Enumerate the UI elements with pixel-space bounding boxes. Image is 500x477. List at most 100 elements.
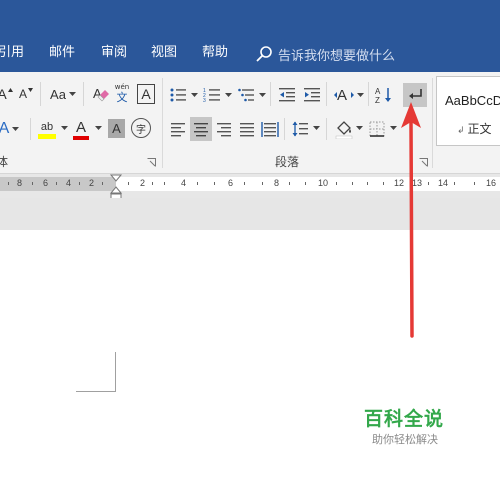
ruler-tick bbox=[336, 182, 337, 185]
increase-indent-button[interactable] bbox=[302, 84, 322, 106]
separator bbox=[326, 82, 327, 106]
svg-text:A: A bbox=[337, 87, 347, 104]
separator bbox=[83, 82, 84, 106]
line-spacing-button[interactable] bbox=[290, 118, 310, 140]
paragraph-group-label: 段落 bbox=[275, 155, 300, 169]
change-case-button[interactable]: Aa bbox=[48, 84, 78, 104]
numbering-button[interactable]: 1 2 3 bbox=[202, 84, 222, 106]
chinese-layout-icon: A bbox=[334, 87, 354, 104]
increase-indent-icon bbox=[304, 88, 320, 102]
align-right-button[interactable] bbox=[214, 118, 234, 140]
shading-button[interactable] bbox=[334, 117, 354, 141]
chevron-down-icon[interactable] bbox=[356, 126, 363, 131]
highlight-color-swatch bbox=[38, 133, 56, 139]
chevron-down-icon[interactable] bbox=[357, 93, 364, 98]
separator bbox=[284, 118, 285, 140]
eraser-icon: A bbox=[93, 86, 109, 102]
font-group-label: 体 bbox=[0, 155, 9, 169]
sort-button[interactable]: A Z bbox=[374, 83, 394, 107]
svg-text:A: A bbox=[375, 87, 381, 96]
decrease-indent-button[interactable] bbox=[277, 84, 297, 106]
tell-me-search[interactable]: 告诉我你想要做什么 bbox=[253, 44, 395, 64]
paragraph-mark-icon: ↲ bbox=[457, 126, 465, 136]
justify-icon bbox=[240, 123, 254, 137]
ruler-number: 6 bbox=[43, 178, 49, 188]
watermark-title: 百科全说 bbox=[364, 408, 445, 430]
character-border-button[interactable]: A bbox=[137, 84, 155, 104]
caret-down-small-icon bbox=[28, 88, 33, 92]
ruler-tick bbox=[197, 182, 198, 185]
ruler-number: 8 bbox=[17, 178, 23, 188]
style-sample-text: AaBbCcDd bbox=[445, 93, 500, 108]
menu-item-references[interactable]: 引用 bbox=[0, 45, 24, 61]
decrease-indent-icon bbox=[279, 88, 295, 102]
ruler-number: 16 bbox=[486, 178, 497, 188]
ruler-tick bbox=[352, 182, 353, 185]
font-color-button[interactable]: A bbox=[71, 117, 91, 141]
chevron-down-icon[interactable] bbox=[225, 93, 232, 98]
multilevel-list-button[interactable] bbox=[236, 84, 256, 106]
chevron-down-icon[interactable] bbox=[191, 93, 198, 98]
align-center-button[interactable] bbox=[190, 117, 212, 141]
tell-me-text: 告诉我你想要做什么 bbox=[278, 48, 396, 64]
align-center-icon bbox=[194, 123, 208, 137]
bullets-button[interactable] bbox=[168, 84, 188, 106]
ruler-tick bbox=[305, 182, 306, 185]
ruler-tick bbox=[367, 182, 368, 185]
distributed-button[interactable] bbox=[260, 118, 280, 140]
ruler-tick bbox=[152, 182, 153, 185]
text-effects-button[interactable]: A bbox=[0, 118, 21, 140]
borders-button[interactable] bbox=[367, 118, 387, 140]
font-color-swatch bbox=[73, 135, 89, 140]
menu-item-review[interactable]: 审阅 bbox=[101, 45, 127, 61]
menu-bar: 引用 邮件 审阅 视图 帮助 告诉我你想要做什么 bbox=[0, 0, 500, 72]
chevron-down-icon[interactable] bbox=[259, 93, 266, 98]
align-left-button[interactable] bbox=[168, 118, 188, 140]
dialog-launcher-icon[interactable] bbox=[147, 158, 156, 167]
phonetic-guide-button[interactable]: wén 文 bbox=[112, 80, 132, 106]
enclose-characters-button[interactable]: 字 bbox=[131, 118, 151, 138]
svg-text:Z: Z bbox=[375, 96, 380, 105]
ruler-number: 2 bbox=[89, 178, 95, 188]
ruler-tick bbox=[474, 182, 475, 185]
grow-font-button[interactable]: A bbox=[0, 84, 13, 104]
svg-text:3: 3 bbox=[203, 98, 206, 104]
chevron-down-icon[interactable] bbox=[390, 126, 397, 131]
ruler-tick bbox=[8, 182, 9, 185]
ruler-tick bbox=[32, 182, 33, 185]
chevron-down-icon[interactable] bbox=[61, 126, 68, 131]
ruler-tick bbox=[262, 182, 263, 185]
ruler-tick bbox=[128, 182, 129, 185]
style-gallery-item-normal[interactable]: AaBbCcDd ↲正文 bbox=[436, 76, 500, 146]
ruler-number: 14 bbox=[438, 178, 449, 188]
ruler-number: 6 bbox=[228, 178, 234, 188]
chevron-down-icon[interactable] bbox=[95, 126, 102, 131]
ruler-number: 8 bbox=[274, 178, 280, 188]
menu-item-mailings[interactable]: 邮件 bbox=[49, 45, 75, 61]
menu-item-view[interactable]: 视图 bbox=[151, 45, 177, 61]
shrink-font-button[interactable]: A bbox=[18, 84, 34, 104]
ruler-number: 4 bbox=[181, 178, 187, 188]
ruler-tick bbox=[428, 182, 429, 185]
clear-formatting-button[interactable]: A bbox=[90, 83, 112, 105]
character-shading-button[interactable]: A bbox=[108, 119, 125, 138]
bullet-list-icon bbox=[170, 88, 186, 102]
ruler-tick bbox=[102, 182, 103, 185]
justify-button[interactable] bbox=[237, 118, 257, 140]
ruler-tick bbox=[383, 182, 384, 185]
align-left-icon bbox=[171, 123, 185, 137]
chevron-down-icon bbox=[12, 126, 20, 131]
borders-icon bbox=[369, 121, 385, 137]
distributed-icon bbox=[261, 122, 279, 137]
separator bbox=[368, 82, 369, 106]
menu-item-help[interactable]: 帮助 bbox=[202, 45, 228, 61]
margin-corner-mark bbox=[76, 391, 116, 392]
chinese-layout-button[interactable]: A bbox=[333, 83, 355, 107]
chevron-down-icon[interactable] bbox=[313, 126, 320, 131]
search-icon bbox=[256, 46, 272, 62]
highlight-button[interactable]: ab bbox=[36, 117, 58, 141]
group-divider bbox=[162, 78, 163, 168]
group-divider bbox=[432, 78, 433, 168]
ruler-number: 2 bbox=[140, 178, 146, 188]
watermark-subtitle: 助你轻松解决 bbox=[372, 433, 438, 446]
